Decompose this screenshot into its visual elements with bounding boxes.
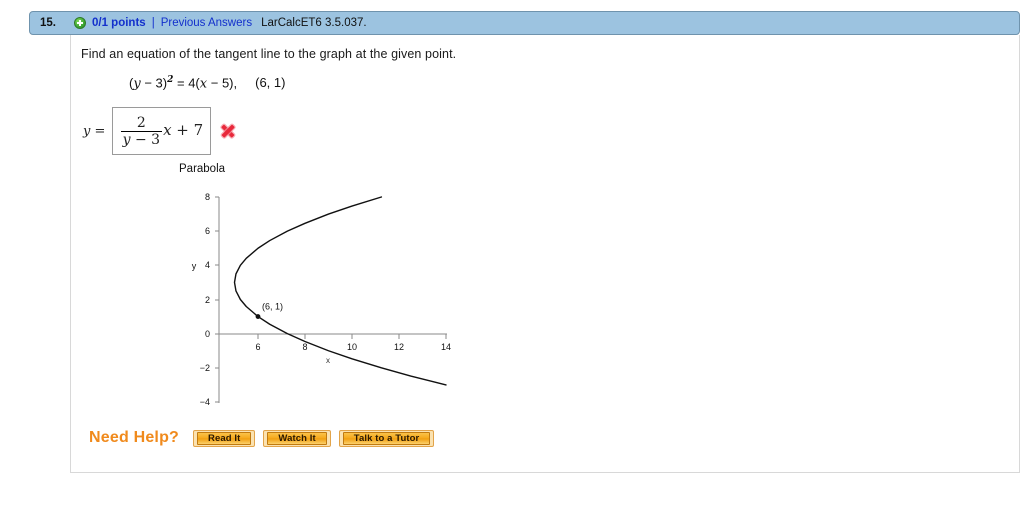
- given-equation: (y − 3)2 = 4(x − 5), (6, 1): [129, 75, 285, 91]
- plus-circle-icon[interactable]: [74, 17, 86, 29]
- denominator-const: 3: [151, 131, 161, 148]
- x-axis-ticks: [257, 334, 447, 339]
- x-tick-label: 12: [394, 342, 404, 352]
- need-help-label: Need Help?: [89, 429, 180, 446]
- answer-label-equals: =: [90, 123, 106, 139]
- x-tick-label: 6: [255, 342, 260, 352]
- point-annotation-label: (6, 1): [262, 302, 283, 312]
- given-point: (6, 1): [255, 75, 286, 91]
- answer-fraction: 2 y − 3: [120, 114, 163, 147]
- y-tick-label: 4: [205, 260, 210, 270]
- assignment-code: LarCalcET6 3.5.037.: [261, 17, 367, 29]
- point-marker: [255, 314, 261, 319]
- equation-rhs-coef: 4(: [188, 75, 200, 91]
- denominator-var: y: [122, 131, 131, 148]
- question-content-panel: Find an equation of the tangent line to …: [70, 35, 1020, 473]
- x-tick-labels: 6 8 10 12 14: [255, 342, 451, 352]
- equation-rhs-close: ),: [229, 75, 238, 91]
- equation-lhs-minus: −: [140, 75, 156, 91]
- header-separator: |: [151, 17, 155, 29]
- fraction-denominator: y − 3: [121, 132, 162, 147]
- question-header-bar: 15. 0/1 points | Previous Answers LarCal…: [29, 11, 1020, 35]
- points-label: 0/1 points: [92, 17, 146, 29]
- y-tick-label: −2: [200, 363, 210, 373]
- talk-to-a-tutor-button[interactable]: Talk to a Tutor: [338, 429, 435, 447]
- parabola-plot: 8 6 4 2 0 −2 −4 6 8 10 12 14 y x (6, 1): [192, 192, 451, 407]
- parabola-graph-figure: Parabola 8 6 4 2 0 −2 −4 6 8 10 12 14 y …: [171, 163, 461, 413]
- answer-label: y =: [83, 124, 105, 139]
- need-help-row: Need Help? Read It Watch It Talk to a Tu…: [89, 429, 442, 447]
- y-tick-label: 0: [205, 329, 210, 339]
- watch-it-button[interactable]: Watch It: [263, 429, 331, 447]
- y-tick-label: 6: [205, 226, 210, 236]
- equation-equals: =: [173, 75, 189, 91]
- read-it-button-label: Read It: [197, 431, 252, 445]
- x-tick-label: 10: [347, 342, 357, 352]
- watch-it-button-label: Watch It: [267, 431, 327, 445]
- tail-var: x: [163, 120, 172, 139]
- question-number: 15.: [40, 17, 56, 29]
- y-axis-label: y: [192, 261, 197, 271]
- fraction-numerator: 2: [136, 114, 146, 131]
- talk-to-a-tutor-button-label: Talk to a Tutor: [342, 431, 431, 445]
- x-tick-label: 14: [441, 342, 451, 352]
- red-x-incorrect-icon: [220, 124, 235, 139]
- denominator-op: −: [130, 131, 152, 148]
- y-tick-labels: 8 6 4 2 0 −2 −4: [200, 192, 210, 407]
- equation-lhs-var: y: [133, 76, 141, 92]
- previous-answers-link[interactable]: Previous Answers: [161, 17, 252, 29]
- answer-input-box[interactable]: 2 y − 3 x + 7: [112, 107, 212, 155]
- tail-const: 7: [193, 120, 204, 139]
- equation-rhs-var: x: [199, 76, 208, 92]
- answer-row: y = 2 y − 3 x + 7: [83, 107, 235, 155]
- y-tick-label: 8: [205, 192, 210, 202]
- answer-expression: 2 y − 3 x + 7: [120, 114, 204, 147]
- x-tick-label: 8: [302, 342, 307, 352]
- graph-title: Parabola: [179, 163, 226, 175]
- parabola-curve: [233, 196, 447, 386]
- read-it-button[interactable]: Read It: [193, 429, 256, 447]
- y-tick-label: 2: [205, 295, 210, 305]
- equation-lhs-const: 3: [155, 75, 163, 91]
- y-axis-ticks: [215, 196, 219, 403]
- question-prompt: Find an equation of the tangent line to …: [81, 47, 457, 61]
- tail-op: +: [171, 120, 194, 139]
- x-axis-label: x: [326, 356, 330, 365]
- y-tick-label: −4: [200, 397, 210, 407]
- equation-rhs-minus: −: [207, 75, 222, 91]
- answer-tail: x + 7: [163, 120, 204, 147]
